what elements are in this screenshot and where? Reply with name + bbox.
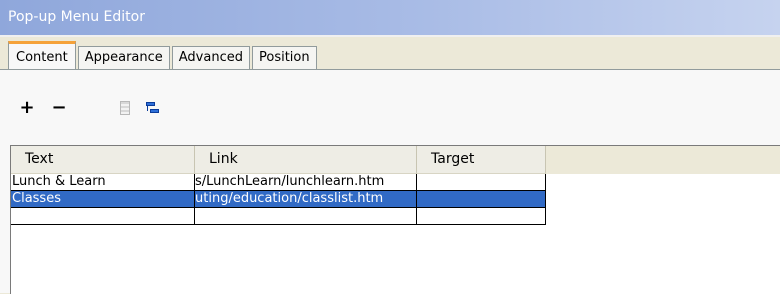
cell-target[interactable] bbox=[417, 191, 546, 208]
move-up-icon[interactable] bbox=[120, 101, 130, 115]
tab-position[interactable]: Position bbox=[251, 46, 317, 70]
add-item-button[interactable]: + bbox=[18, 99, 36, 117]
tab-strip: Content Appearance Advanced Position bbox=[8, 40, 319, 70]
indent-icon-stem bbox=[147, 105, 148, 111]
tab-content[interactable]: Content bbox=[8, 41, 76, 70]
cell-link[interactable] bbox=[195, 208, 417, 225]
cell-link[interactable]: s/LunchLearn/lunchlearn.htm bbox=[195, 174, 417, 191]
column-header-link[interactable]: Link bbox=[195, 146, 417, 174]
cell-link-value: uting/education/classlist.htm bbox=[195, 191, 384, 206]
cell-target[interactable] bbox=[417, 208, 546, 225]
table-row[interactable]: Classes uting/education/classlist.htm bbox=[11, 191, 546, 208]
menu-items-grid: Text Link Target Lunch & Learn s/LunchLe… bbox=[10, 145, 780, 294]
remove-item-button[interactable]: − bbox=[50, 99, 68, 117]
tab-position-label: Position bbox=[258, 50, 310, 65]
indent-icon-bottom-bar bbox=[150, 109, 159, 113]
tab-appearance[interactable]: Appearance bbox=[77, 46, 170, 70]
cell-target[interactable] bbox=[417, 174, 546, 191]
column-header-target[interactable]: Target bbox=[417, 146, 546, 174]
window-title: Pop-up Menu Editor bbox=[8, 9, 145, 25]
tab-advanced-label: Advanced bbox=[178, 50, 243, 65]
tab-advanced[interactable]: Advanced bbox=[171, 46, 250, 70]
menu-toolbar: + − bbox=[18, 98, 160, 118]
cell-link-value: s/LunchLearn/lunchlearn.htm bbox=[195, 174, 385, 189]
cell-link[interactable]: uting/education/classlist.htm bbox=[195, 191, 417, 208]
cell-text[interactable]: Lunch & Learn bbox=[11, 174, 195, 191]
grid-header: Text Link Target bbox=[11, 146, 780, 174]
cell-text[interactable] bbox=[11, 208, 195, 225]
table-row[interactable]: Lunch & Learn s/LunchLearn/lunchlearn.ht… bbox=[11, 174, 546, 191]
window-title-bar: Pop-up Menu Editor bbox=[0, 0, 780, 37]
indent-icon[interactable] bbox=[146, 101, 160, 115]
tab-appearance-label: Appearance bbox=[84, 50, 163, 65]
cell-text[interactable]: Classes bbox=[11, 191, 195, 208]
table-row[interactable] bbox=[11, 208, 546, 225]
tab-content-label: Content bbox=[16, 50, 68, 65]
column-header-text[interactable]: Text bbox=[11, 146, 195, 174]
